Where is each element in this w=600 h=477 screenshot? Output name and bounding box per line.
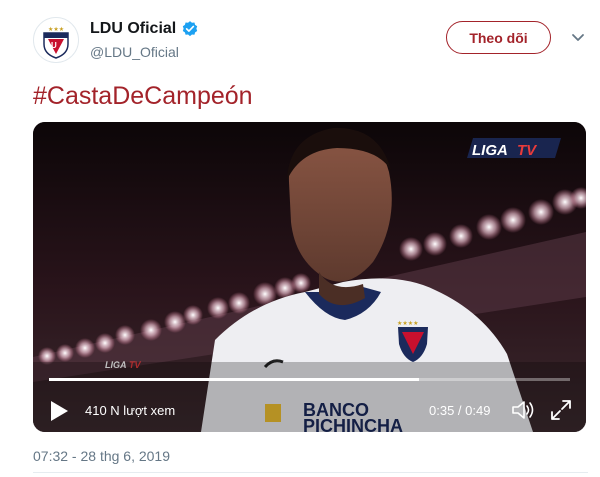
- tweet-timestamp[interactable]: 07:32 - 28 thg 6, 2019: [33, 448, 170, 464]
- chevron-down-icon[interactable]: [571, 33, 585, 43]
- fullscreen-icon[interactable]: [550, 399, 572, 421]
- ldu-crest-icon: ★★★ U: [34, 18, 78, 62]
- divider: [33, 472, 588, 473]
- video-player[interactable]: ★★★★ BANCO PICHINCHA LIGA TV LIGA TV 410…: [33, 122, 586, 432]
- verified-badge-icon: [183, 21, 198, 37]
- view-count: 410 N lượt xem: [85, 403, 176, 418]
- volume-icon[interactable]: [511, 399, 535, 421]
- tweet-hashtag-link[interactable]: #CastaDeCampeón: [33, 82, 253, 111]
- avatar[interactable]: ★★★ U: [33, 17, 79, 63]
- svg-text:★★★: ★★★: [48, 26, 64, 33]
- video-time: 0:35 / 0:49: [429, 403, 491, 418]
- liga-tv-watermark: LIGA TV: [467, 138, 561, 159]
- follow-button[interactable]: Theo dõi: [446, 21, 551, 54]
- tweet-header: ★★★ U LDU Oficial @LDU_Oficial Theo dõi: [33, 17, 588, 69]
- progress-fill: [49, 378, 419, 381]
- svg-text:TV: TV: [517, 142, 538, 159]
- video-frame: ★★★★ BANCO PICHINCHA LIGA TV LIGA TV: [33, 122, 586, 432]
- display-name[interactable]: LDU Oficial: [90, 20, 176, 38]
- author-name-row[interactable]: LDU Oficial: [90, 20, 199, 38]
- svg-text:LIGA: LIGA: [472, 142, 508, 159]
- svg-text:★★★★: ★★★★: [397, 320, 419, 327]
- author-handle[interactable]: @LDU_Oficial: [90, 44, 179, 60]
- progress-bar[interactable]: [49, 378, 570, 381]
- play-icon[interactable]: [49, 400, 69, 422]
- svg-text:U: U: [51, 41, 57, 50]
